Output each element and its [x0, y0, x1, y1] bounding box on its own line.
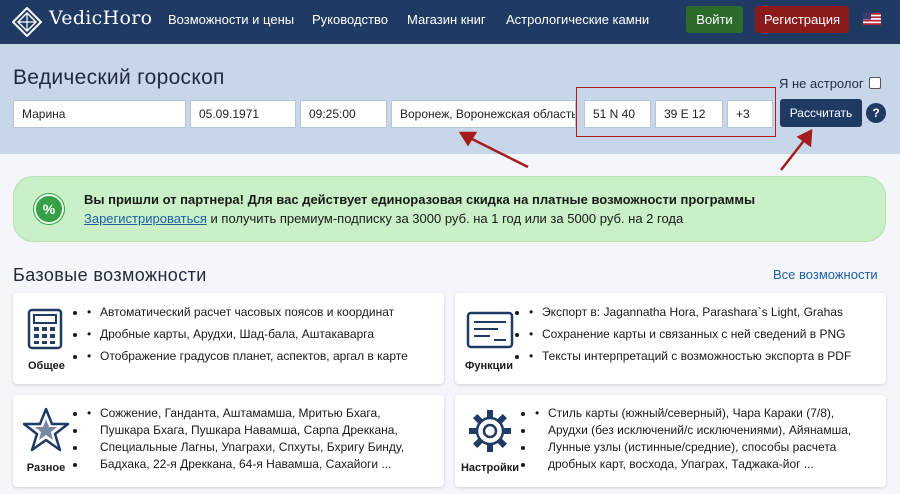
promo-headline: Вы пришли от партнера! Для вас действует… [84, 192, 756, 207]
list-item: Отображение градусов планет, аспектов, а… [87, 348, 437, 365]
login-button[interactable]: Войти [686, 6, 743, 33]
settings-line-cont: дробных карт, восхода, Упаграх, Таджака-… [535, 456, 885, 473]
partner-promo-banner [13, 176, 886, 242]
misc-line-cont: Специальные Лагны, Упаграхи, Спхуты, Бхр… [87, 439, 437, 456]
not-astrologer-checkbox[interactable] [869, 77, 881, 89]
list-item: Тексты интерпретаций с возможностью эксп… [529, 348, 879, 365]
settings-line: Арудхи (без исключений/с исключениями), … [548, 423, 852, 437]
misc-feature-list: Сожжение, Ганданта, Аштамамша, Мритью Бх… [87, 405, 437, 473]
discount-icon: % [34, 194, 64, 224]
card-label-general: Общее [28, 360, 65, 372]
settings-line-cont: Арудхи (без исключений/с исключениями), … [535, 422, 885, 439]
settings-feature-list: Стиль карты (южный/северный), Чара Карак… [535, 405, 885, 473]
list-item: Дробные карты, Арудхи, Шад-бала, Аштакав… [87, 326, 437, 343]
settings-line: дробных карт, восхода, Упаграх, Таджака-… [548, 457, 814, 471]
functions-feature-list: Экспорт в: Jagannatha Hora, Parashara`s … [529, 304, 879, 370]
date-input[interactable]: 05.09.1971 [190, 100, 296, 128]
timezone-input[interactable]: +3 [727, 100, 773, 128]
all-features-link[interactable]: Все возможности [773, 267, 878, 282]
logo-icon[interactable] [12, 7, 42, 37]
promo-offer-text: и получить премиум-подписку за 3000 руб.… [206, 211, 684, 226]
misc-line: Специальные Лагны, Упаграхи, Спхуты, Бхр… [100, 440, 405, 454]
list-item: Автоматический расчет часовых поясов и к… [87, 304, 437, 321]
place-input[interactable]: Воронеж, Воронежская область, [391, 100, 576, 128]
star-icon [22, 407, 70, 452]
document-icon [466, 311, 514, 349]
gear-icon [469, 410, 511, 452]
misc-line-cont: Бадхака, 22-я Дреккана, 64-я Навамша, Са… [87, 456, 437, 473]
time-input[interactable]: 09:25:00 [300, 100, 387, 128]
register-link[interactable]: Зарегистрироваться [84, 211, 207, 226]
latitude-input[interactable]: 51 N 40 [584, 100, 651, 128]
misc-line-cont: Пушкара Бхага, Пушкара Навамша, Сарпа Др… [87, 422, 437, 439]
list-item: Экспорт в: Jagannatha Hora, Parashara`s … [529, 304, 879, 321]
nav-bookstore[interactable]: Магазин книг [407, 12, 486, 27]
card-label-misc: Разное [26, 462, 66, 474]
calculate-button[interactable]: Рассчитать [780, 99, 862, 127]
us-flag-icon[interactable] [863, 13, 881, 25]
misc-line: Сожжение, Ганданта, Аштамамша, Мритью Бх… [87, 405, 437, 422]
longitude-input[interactable]: 39 E 12 [655, 100, 723, 128]
nav-features-prices[interactable]: Возможности и цены [168, 12, 294, 27]
list-item: Сохранение карты и связанных с ней сведе… [529, 326, 879, 343]
card-label-settings: Настройки [460, 462, 520, 474]
settings-line: Лунные узлы (истинные/средние), способы … [548, 440, 837, 454]
register-button[interactable]: Регистрация [755, 6, 849, 33]
settings-line: Стиль карты (южный/северный), Чара Карак… [535, 405, 885, 422]
name-input[interactable]: Марина [13, 100, 186, 128]
card-label-functions: Функции [465, 360, 513, 372]
general-feature-list: Автоматический расчет часовых поясов и к… [87, 304, 437, 370]
nav-guide[interactable]: Руководство [312, 12, 388, 27]
calculator-icon [27, 308, 63, 350]
misc-line: Пушкара Бхага, Пушкара Навамша, Сарпа Др… [100, 423, 398, 437]
settings-line-cont: Лунные узлы (истинные/средние), способы … [535, 439, 885, 456]
not-astrologer-label[interactable]: Я не астролог [779, 76, 864, 91]
help-icon[interactable]: ? [866, 103, 886, 123]
logo-text[interactable]: VedicHoro [49, 7, 152, 29]
nav-astro-stones[interactable]: Астрологические камни [506, 12, 649, 27]
section-title: Базовые возможности [13, 265, 207, 285]
misc-line: Бадхака, 22-я Дреккана, 64-я Навамша, Са… [100, 457, 392, 471]
page-title: Ведический гороскоп [13, 66, 225, 89]
promo-text: Зарегистрироваться и получить премиум-по… [84, 211, 683, 226]
